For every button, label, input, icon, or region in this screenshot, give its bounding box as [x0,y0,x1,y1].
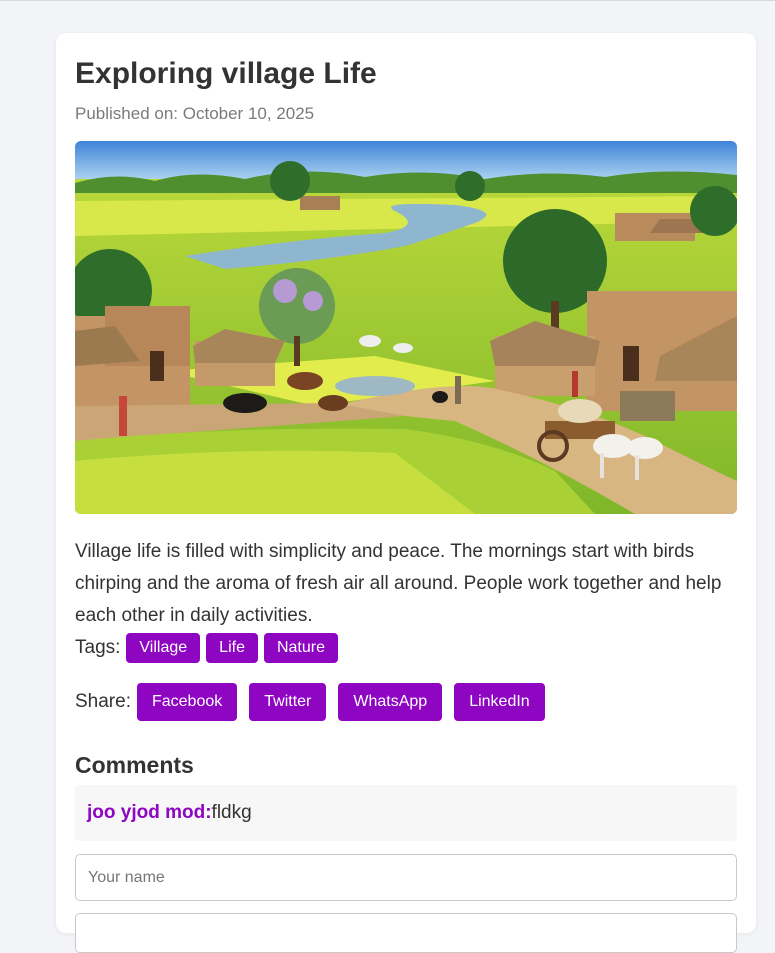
comment-item: joo yjod mod:fldkg [75,785,737,841]
share-whatsapp-button[interactable]: WhatsApp [338,682,443,721]
post-body: Village life is filled with simplicity a… [75,541,722,626]
tag-life[interactable]: Life [206,633,258,663]
comment-author: joo yjod mod: [87,802,212,823]
post-title: Exploring village Life [75,57,377,90]
comments-heading: Comments [75,752,194,778]
tag-village[interactable]: Village [126,633,201,663]
published-date: Published on: October 10, 2025 [75,104,315,123]
comment-text: fldkg [211,802,252,823]
tags-row: Tags: Village Life Nature [75,632,344,664]
tags-label: Tags: [75,637,121,658]
post-image [75,141,737,514]
tag-nature[interactable]: Nature [263,633,338,663]
comment-text-input[interactable] [75,913,737,953]
share-row: Share: Facebook Twitter WhatsApp LinkedI… [75,682,557,721]
post-card: Exploring village Life Published on: Oct… [56,33,756,953]
top-divider [0,0,775,1]
share-twitter-button[interactable]: Twitter [249,682,327,721]
share-linkedin-button[interactable]: LinkedIn [454,682,545,721]
share-facebook-button[interactable]: Facebook [136,682,238,721]
share-label: Share: [75,690,131,712]
comment-name-input[interactable] [75,854,737,901]
